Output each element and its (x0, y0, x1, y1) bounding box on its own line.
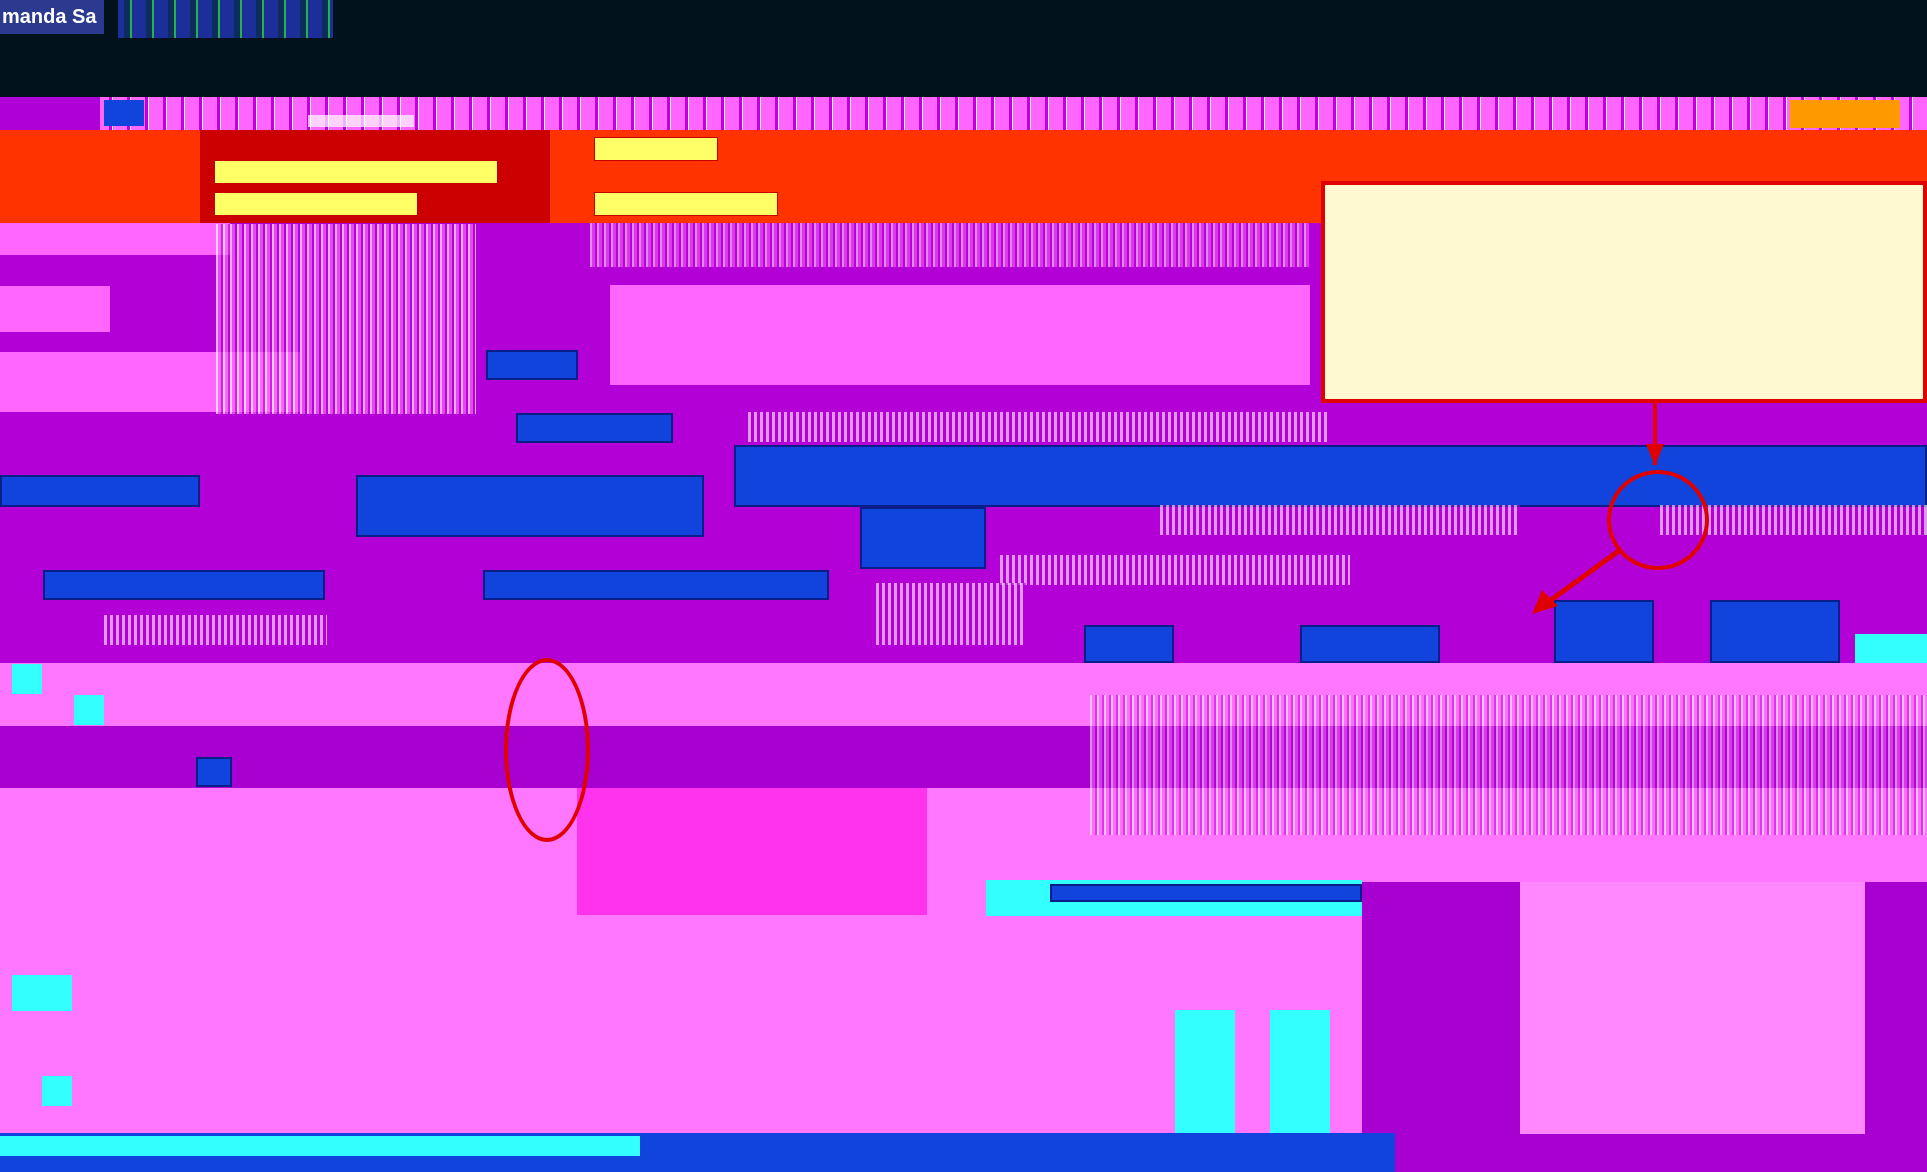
progress-bar (0, 1136, 640, 1156)
row-action-button[interactable] (196, 757, 232, 787)
preview-panel (577, 788, 927, 915)
detail-content (1520, 882, 1865, 1134)
left-select[interactable] (0, 475, 200, 507)
left-dropdown[interactable] (43, 570, 325, 600)
center-dropdown[interactable] (483, 570, 829, 600)
status-indicator (1855, 634, 1927, 663)
row-text-4 (876, 583, 1026, 645)
left-cyan-1[interactable] (12, 975, 72, 1011)
user-menu-icon[interactable] (118, 0, 333, 38)
callout-box (1321, 181, 1927, 403)
table-header-main[interactable] (734, 445, 1927, 507)
toolbar-button-3[interactable] (594, 137, 718, 161)
toolbar-button-1[interactable] (214, 160, 498, 184)
annotation-arrow-icon (1532, 547, 1622, 614)
nav-highlight[interactable] (308, 115, 414, 127)
center-panel (610, 285, 1310, 385)
lower-text-right (1090, 695, 1927, 835)
left-panel-top (0, 223, 230, 255)
row-checkbox-2[interactable] (74, 695, 104, 725)
search-input[interactable] (486, 350, 578, 380)
column-chip-4[interactable] (1710, 600, 1840, 663)
row-text-3 (1000, 555, 1350, 585)
row-text-2 (1160, 505, 1520, 535)
nav-orange-marker (1790, 100, 1900, 128)
column-chip-2[interactable] (1300, 625, 1440, 663)
row-checkbox[interactable] (12, 664, 42, 694)
toolbar-button-2[interactable] (214, 192, 418, 216)
left-cyan-2[interactable] (42, 1076, 72, 1106)
column-chip-1[interactable] (1084, 625, 1174, 663)
side-cyan-2[interactable] (1270, 1010, 1330, 1140)
lower-link-button[interactable] (1050, 884, 1362, 902)
annotation-ellipse-left (504, 658, 590, 842)
filter-button[interactable] (516, 413, 673, 443)
table-header-left[interactable] (356, 475, 704, 537)
left-panel-mid (0, 286, 110, 332)
row-text-5 (104, 615, 327, 645)
left-text-column (216, 224, 476, 414)
center-header-row (590, 223, 1310, 267)
toolbar-button-4[interactable] (594, 192, 778, 216)
table-subheader[interactable] (860, 507, 986, 569)
annotation-arrow-down-icon (1646, 444, 1664, 466)
row-text-1 (748, 412, 1328, 442)
user-name-label[interactable]: manda Sa (0, 0, 105, 34)
nav-blue-block[interactable] (104, 100, 144, 126)
